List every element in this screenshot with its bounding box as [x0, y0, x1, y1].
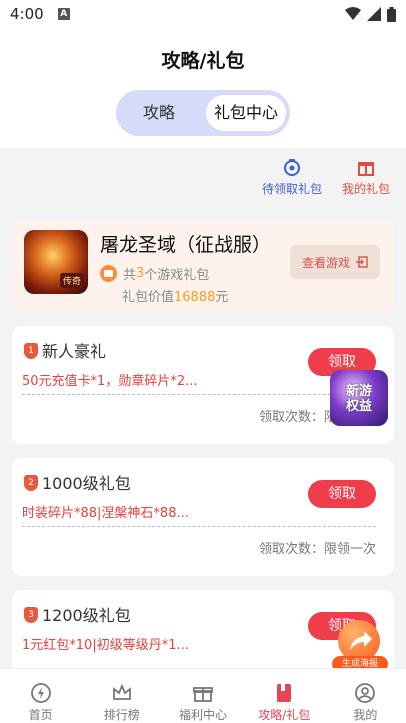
pending-gifts-label: 待领取礼包 — [261, 182, 322, 196]
game-logo-badge: 传奇 — [59, 273, 84, 288]
new-game-benefits-float[interactable]: 新游 权益 — [330, 370, 388, 426]
pack-rewards: 1元红包*10|初级等级丹*1... — [22, 638, 189, 653]
gift-count-row: 共 3 个游戏礼包 — [100, 264, 209, 283]
generate-poster-button[interactable]: 生成海报 — [332, 620, 388, 672]
pack-number-badge: 1 — [24, 343, 38, 359]
wifi-icon — [345, 7, 361, 20]
new-game-benefits-line2: 权益 — [345, 399, 372, 414]
page-title: 攻略/礼包 — [161, 50, 245, 72]
gift-value-suffix: 元 — [215, 290, 229, 305]
view-game-label: 查看游戏 — [301, 255, 350, 270]
nav-home[interactable]: 首页 — [0, 669, 81, 723]
pack-rewards: 时装碎片*88|涅槃神石*88... — [22, 506, 189, 521]
gift-box-icon — [283, 159, 300, 176]
tab-guides[interactable]: 攻略 — [126, 95, 192, 131]
gift-count-prefix: 共 — [123, 268, 137, 283]
notification-a-icon: A — [57, 8, 70, 20]
status-bar: 4:00 A — [0, 0, 406, 28]
new-game-benefits-line1: 新游 — [345, 384, 372, 399]
pack-title: 新人豪礼 — [42, 342, 107, 361]
view-game-button[interactable]: 查看游戏 — [290, 245, 380, 279]
gift-value-amount: 16888 — [174, 290, 216, 305]
gift-value-prefix: 礼包价值 — [122, 290, 175, 305]
my-gifts-link[interactable]: 我的礼包 — [342, 158, 390, 197]
status-time: 4:00 — [10, 5, 44, 23]
pack-title: 1200级礼包 — [42, 606, 131, 625]
my-gifts-label: 我的礼包 — [341, 182, 390, 196]
pack-number-badge: 3 — [24, 607, 38, 623]
crown-icon — [112, 683, 131, 700]
tab-gift-center[interactable]: 礼包中心 — [206, 95, 286, 131]
pack-rewards: 50元充值卡*1，勋章碎片*2... — [22, 374, 198, 389]
nav-ranking[interactable]: 排行榜 — [81, 669, 162, 723]
claim-button[interactable]: 领取 — [308, 480, 376, 508]
bottom-nav: 首页 排行榜 福利中心 攻略/礼包 我的 — [0, 668, 406, 723]
game-logo: 传奇 — [24, 230, 88, 294]
pack-divider — [22, 394, 376, 395]
game-card: 传奇 屠龙圣域（征战服） 共 3 个游戏礼包 礼包价值16888元 查看游戏 — [12, 220, 394, 312]
game-name: 屠龙圣域（征战服） — [100, 234, 272, 256]
profile-icon — [355, 683, 376, 703]
pack-title: 1000级礼包 — [42, 474, 131, 493]
nav-mine[interactable]: 我的 — [325, 669, 406, 723]
gift-count-suffix: 个游戏礼包 — [144, 268, 210, 283]
home-icon — [30, 683, 51, 703]
quick-links: 待领取礼包 我的礼包 — [262, 158, 390, 197]
pack-claim-times: 领取次数：限领一次 — [258, 542, 376, 557]
nav-welfare[interactable]: 福利中心 — [162, 669, 243, 723]
gift-icon — [193, 687, 213, 702]
nav-ranking-label: 排行榜 — [103, 708, 140, 722]
gift-icon — [357, 162, 374, 176]
book-icon — [277, 684, 292, 702]
battery-icon — [387, 6, 396, 22]
gift-bag-icon — [100, 265, 117, 282]
pack-number-badge: 2 — [24, 475, 38, 491]
segment-control: 攻略 礼包中心 — [116, 90, 290, 136]
nav-home-label: 首页 — [28, 708, 53, 722]
page-header: 攻略/礼包 攻略 礼包中心 — [0, 28, 406, 148]
nav-guide-gift[interactable]: 攻略/礼包 — [244, 669, 325, 723]
gift-count: 3 — [136, 266, 145, 281]
nav-welfare-label: 福利中心 — [179, 708, 228, 722]
pack-divider — [22, 526, 376, 527]
pending-gifts-link[interactable]: 待领取礼包 — [262, 158, 322, 197]
nav-guide-gift-label: 攻略/礼包 — [258, 708, 311, 722]
nav-mine-label: 我的 — [353, 708, 378, 722]
enter-icon — [356, 256, 368, 268]
gift-value-row: 礼包价值16888元 — [122, 286, 228, 305]
gift-pack-card: 2 1000级礼包 领取 时装碎片*88|涅槃神石*88... 领取次数：限领一… — [12, 458, 394, 576]
signal-icon — [367, 7, 381, 21]
